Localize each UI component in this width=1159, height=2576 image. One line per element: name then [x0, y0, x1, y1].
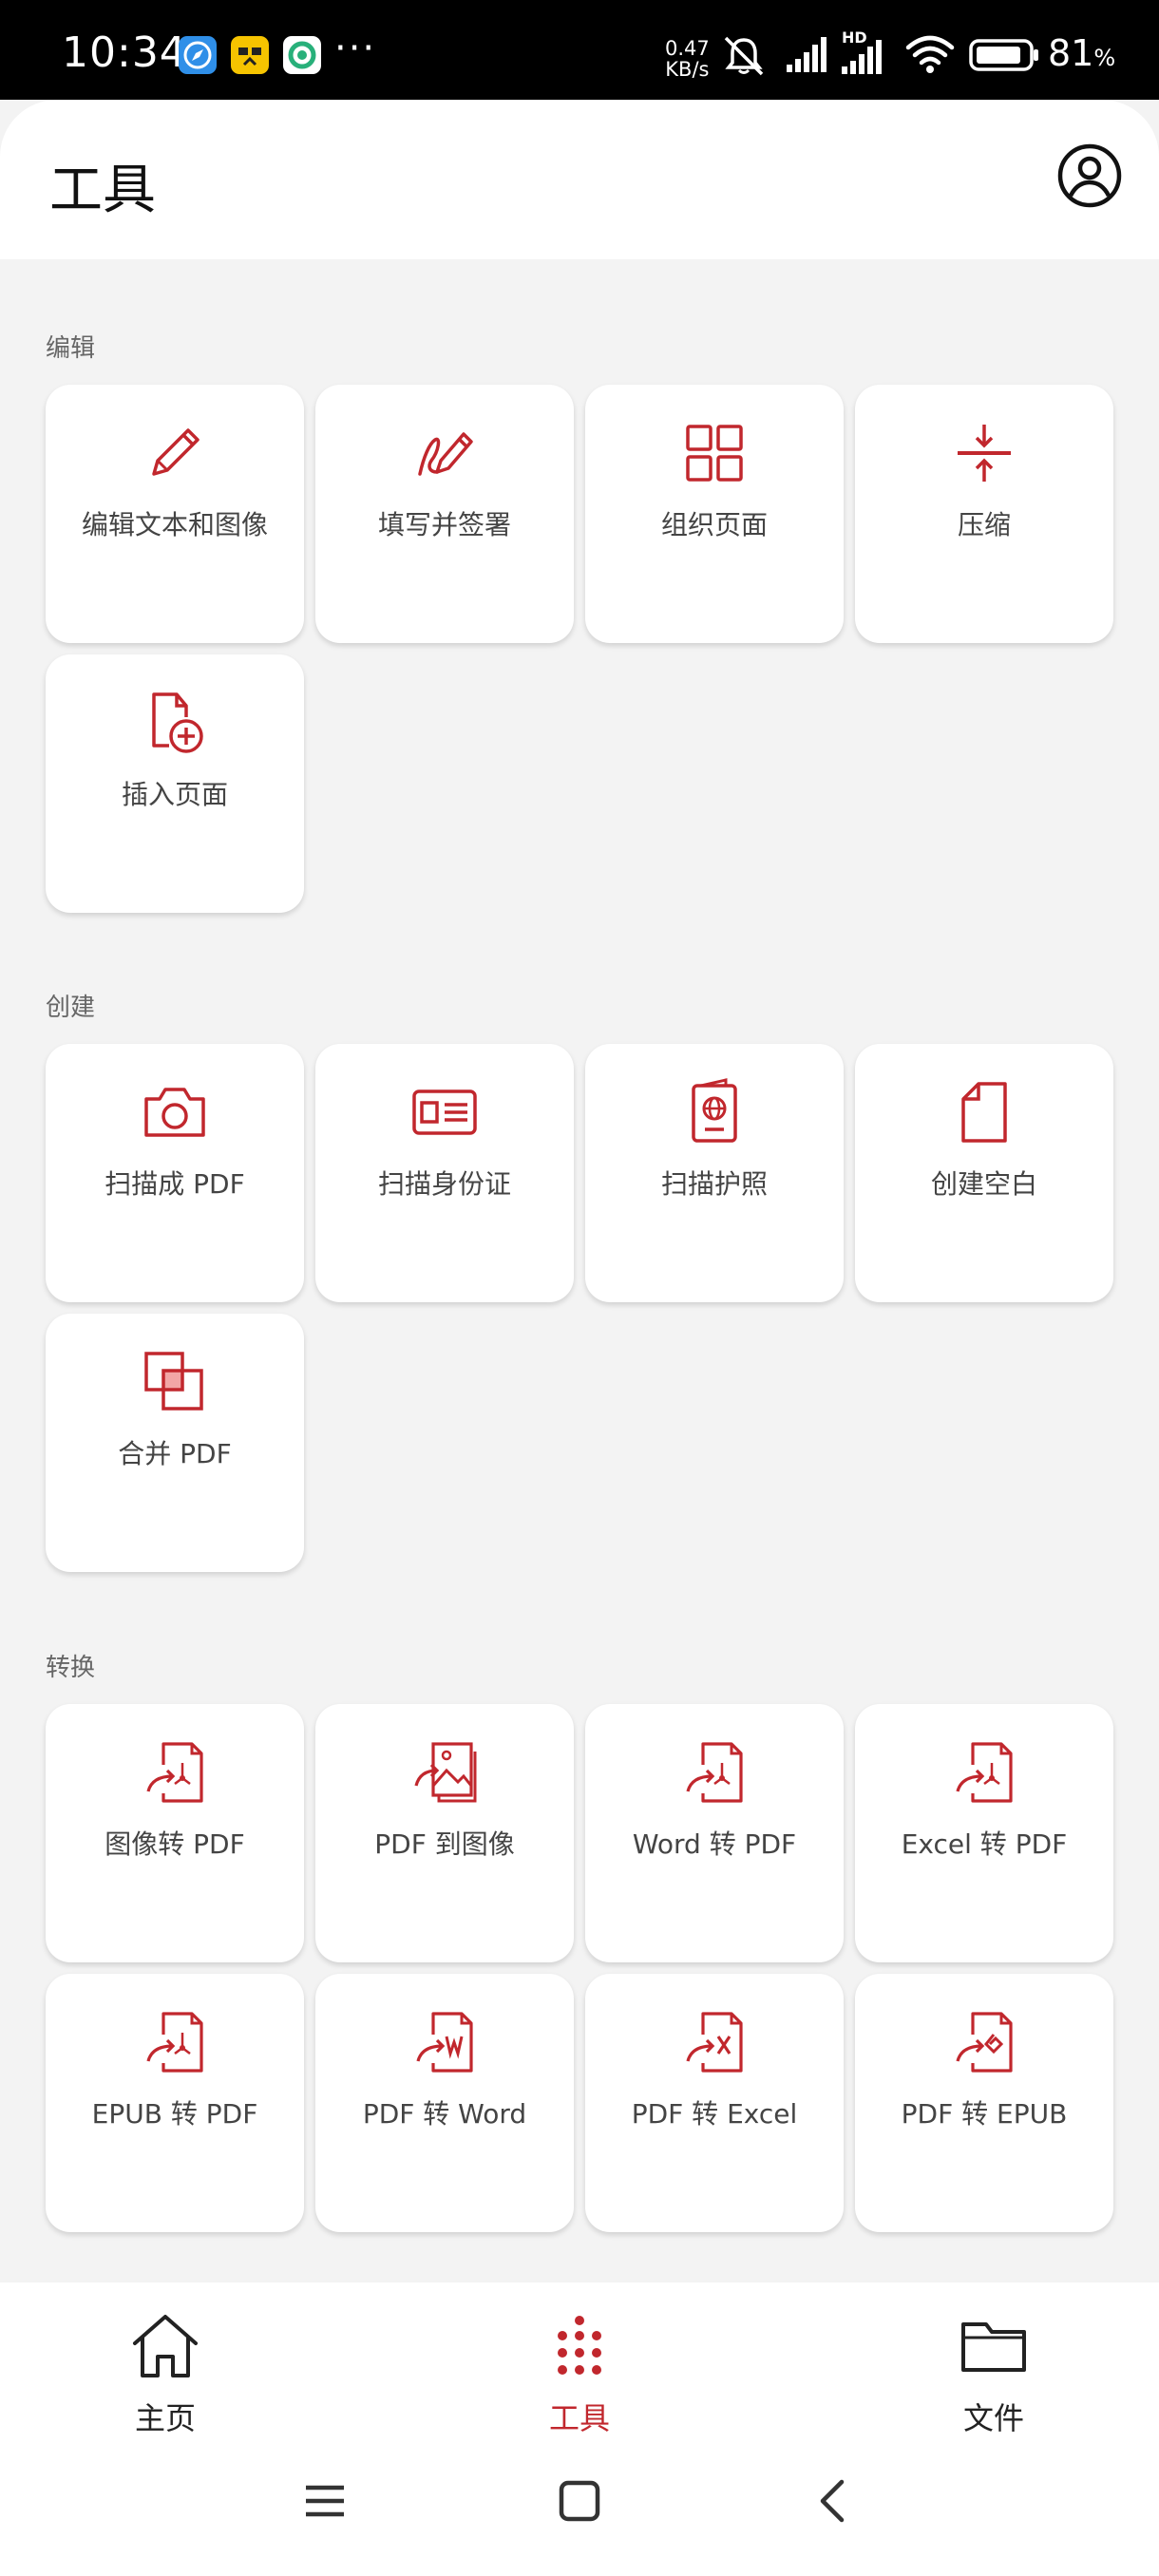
convert-to-pdf-icon	[146, 1742, 203, 1803]
pdf-to-word-icon	[416, 2012, 473, 2073]
tile-label: 扫描护照	[660, 1168, 768, 1200]
battery-unit: %	[1093, 45, 1116, 71]
more-notifications-icon: ···	[334, 27, 377, 70]
page-title: 工具	[49, 160, 156, 221]
tile-pdf-to-epub[interactable]: PDF 转 EPUB	[855, 1974, 1113, 2232]
nav-item-tools[interactable]: 工具	[484, 2301, 674, 2436]
tile-pdf-to-image[interactable]: PDF 到图像	[315, 1704, 574, 1962]
account-circle-icon[interactable]	[1056, 142, 1123, 209]
system-nav-bar	[0, 2434, 1159, 2576]
convert-to-pdf-icon	[686, 1742, 743, 1803]
tile-image-to-pdf[interactable]: 图像转 PDF	[46, 1704, 304, 1962]
tile-pdf-to-excel[interactable]: PDF 转 Excel	[585, 1974, 844, 2232]
pdf-to-image-icon	[414, 1742, 477, 1803]
tile-insert-page[interactable]: 插入页面	[46, 654, 304, 913]
tile-scan-passport[interactable]: 扫描护照	[585, 1044, 844, 1302]
tile-label: PDF 转 Excel	[631, 2098, 798, 2130]
net-speed-unit: KB/s	[665, 58, 710, 81]
tile-label: 图像转 PDF	[104, 1828, 245, 1860]
mute-bell-icon	[724, 36, 764, 76]
status-bar: 10:34 ··· 0.47 KB/s HD 81%	[0, 0, 1159, 100]
tile-label: 插入页面	[121, 779, 228, 810]
section-label-convert: 转换	[46, 1654, 96, 1682]
tile-epub-to-pdf[interactable]: EPUB 转 PDF	[46, 1974, 304, 2232]
tile-label: 压缩	[957, 509, 1011, 540]
status-time: 10:34	[62, 28, 187, 77]
tile-label: 合并 PDF	[118, 1438, 232, 1469]
bottom-nav: 主页 工具 文件	[0, 2282, 1159, 2436]
camera-icon	[144, 1088, 205, 1137]
insert-page-icon	[152, 692, 203, 753]
tile-label: EPUB 转 PDF	[91, 2098, 258, 2130]
nav-item-home[interactable]: 主页	[70, 2301, 260, 2436]
compress-icon	[958, 425, 1011, 482]
battery-level: 81%	[1048, 32, 1115, 74]
menu-icon[interactable]	[302, 2478, 348, 2524]
signal-hd-icon: HD	[840, 28, 897, 76]
nav-item-files[interactable]: 文件	[899, 2301, 1089, 2436]
yellow-app-icon	[231, 36, 269, 74]
tile-edit-text-image[interactable]: 编辑文本和图像	[46, 385, 304, 643]
tile-pdf-to-word[interactable]: PDF 转 Word	[315, 1974, 574, 2232]
green-app-icon	[283, 36, 321, 74]
tile-create-blank[interactable]: 创建空白	[855, 1044, 1113, 1302]
pencil-icon	[152, 428, 200, 476]
nav-label: 文件	[962, 2400, 1024, 2436]
tile-label: PDF 到图像	[374, 1828, 515, 1860]
tile-label: Word 转 PDF	[632, 1828, 797, 1860]
wifi-icon	[905, 35, 955, 73]
passport-icon	[692, 1078, 737, 1143]
folder-icon	[961, 2322, 1026, 2372]
tile-label: 扫描成 PDF	[104, 1168, 245, 1200]
tile-label: 创建空白	[930, 1168, 1037, 1200]
battery-icon	[969, 39, 1038, 71]
tile-label: PDF 转 EPUB	[901, 2098, 1068, 2130]
convert-to-pdf-icon	[956, 1742, 1013, 1803]
tile-merge-pdf[interactable]: 合并 PDF	[46, 1314, 304, 1572]
compass-app-icon	[179, 36, 217, 74]
pdf-to-epub-icon	[956, 2012, 1013, 2073]
tile-label: 编辑文本和图像	[81, 509, 268, 540]
nav-label: 工具	[548, 2400, 610, 2436]
dots-grid-icon	[558, 2316, 601, 2375]
tile-label: 扫描身份证	[377, 1168, 511, 1200]
tile-excel-to-pdf[interactable]: Excel 转 PDF	[855, 1704, 1113, 1962]
tile-label: 填写并签署	[377, 509, 511, 540]
nav-label: 主页	[134, 2400, 196, 2436]
merge-icon	[144, 1352, 203, 1411]
tile-scan-to-pdf[interactable]: 扫描成 PDF	[46, 1044, 304, 1302]
section-label-create: 创建	[46, 994, 96, 1022]
tile-fill-sign[interactable]: 填写并签署	[315, 385, 574, 643]
tile-organize-pages[interactable]: 组织页面	[585, 385, 844, 643]
grid-icon	[686, 425, 743, 482]
app-header: 工具	[0, 100, 1159, 259]
tile-word-to-pdf[interactable]: Word 转 PDF	[585, 1704, 844, 1962]
signal-icon	[787, 37, 826, 72]
net-speed-value: 0.47	[665, 37, 710, 60]
net-speed: 0.47 KB/s	[665, 38, 710, 80]
back-icon[interactable]	[811, 2478, 857, 2524]
tile-label: PDF 转 Word	[362, 2098, 527, 2130]
sign-pen-icon	[418, 432, 473, 476]
tools-content: 编辑 编辑文本和图像 填写并签署 组织页面 压缩 插入页面 创建 扫描成 PDF…	[0, 259, 1159, 2282]
pdf-to-excel-icon	[686, 2012, 743, 2073]
section-label-edit: 编辑	[46, 334, 96, 363]
id-card-icon	[412, 1089, 477, 1135]
blank-page-icon	[961, 1082, 1007, 1143]
tile-compress[interactable]: 压缩	[855, 385, 1113, 643]
convert-to-pdf-icon	[146, 2012, 203, 2073]
home-icon	[133, 2315, 198, 2377]
tile-label: 组织页面	[660, 509, 768, 540]
tile-scan-id[interactable]: 扫描身份证	[315, 1044, 574, 1302]
home-square-icon[interactable]	[557, 2478, 602, 2524]
battery-value: 81	[1048, 32, 1094, 74]
tile-label: Excel 转 PDF	[901, 1828, 1068, 1860]
